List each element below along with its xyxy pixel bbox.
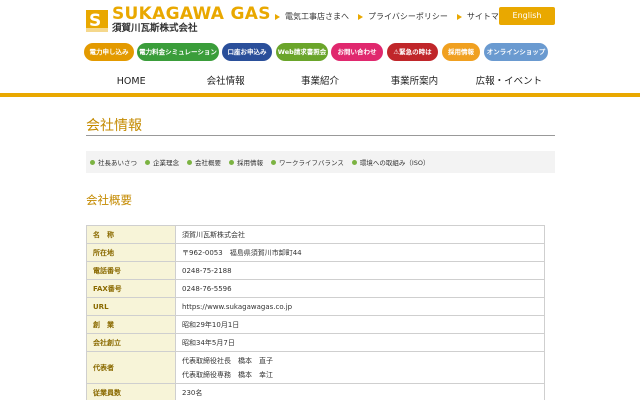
company-overview-table: 名 称 須賀川瓦斯株式会社 所在地 〒962-0053 福島県須賀川市卸町44 …	[86, 225, 545, 400]
nav-home[interactable]: HOME	[84, 70, 178, 94]
green-dot-icon	[351, 159, 357, 165]
row-label: 創 業	[86, 315, 176, 334]
row-value: 昭和29年10月1日	[175, 315, 545, 334]
table-row: 会社創立 昭和34年5月7日	[86, 333, 545, 352]
pill-contact[interactable]: お問い合わせ	[331, 43, 383, 61]
row-label: 所在地	[86, 243, 176, 262]
english-button[interactable]: English	[499, 7, 555, 25]
logo-english-name: SUKAGAWA GAS	[112, 4, 271, 24]
green-dot-icon	[90, 159, 95, 165]
row-label: 電話番号	[86, 261, 176, 280]
nav-business[interactable]: 事業紹介	[273, 70, 367, 94]
pill-recruitment[interactable]: 採用情報	[442, 43, 480, 61]
pill-account-application[interactable]: 口座お申込み	[222, 43, 272, 61]
subnav-company-overview[interactable]: 会社概要	[187, 157, 221, 167]
subnav-philosophy[interactable]: 企業理念	[145, 157, 179, 167]
pill-online-shop[interactable]: オンラインショップ	[484, 43, 548, 61]
row-label: 会社創立	[86, 333, 176, 352]
sub-navigation: 社長あいさつ 企業理念 会社概要 採用情報 ワークライフバランス 環境への取組み…	[86, 151, 555, 173]
global-nav: HOME 会社情報 事業紹介 事業所案内 広報・イベント	[84, 70, 556, 94]
table-row: 所在地 〒962-0053 福島県須賀川市卸町44	[86, 243, 545, 262]
row-label: FAX番号	[86, 279, 176, 298]
green-dot-icon	[271, 159, 276, 165]
row-label: 従業員数	[86, 383, 176, 400]
row-label: URL	[86, 297, 176, 316]
triangle-bullet-icon	[456, 13, 462, 20]
subnav-recruitment[interactable]: 採用情報	[229, 157, 263, 167]
table-row: 従業員数 230名	[86, 383, 545, 400]
pill-emergency[interactable]: ⚠緊急の時は	[387, 43, 438, 61]
row-value: 0248-76-5596	[175, 279, 545, 298]
row-value: 0248-75-2188	[175, 261, 545, 280]
section-title: 会社概要	[86, 193, 132, 207]
green-dot-icon	[187, 159, 192, 165]
title-divider	[86, 135, 555, 136]
row-value: 〒962-0053 福島県須賀川市卸町44	[175, 243, 545, 262]
triangle-bullet-icon	[275, 13, 280, 20]
table-row: 代表者 代表取締役社長 橋本 直子 代表取締役専務 橋本 幸江	[86, 351, 545, 384]
row-value: 須賀川瓦斯株式会社	[175, 225, 545, 244]
subnav-work-life-balance[interactable]: ワークライフバランス	[271, 157, 344, 167]
row-value: 230名	[175, 383, 545, 400]
row-value: 昭和34年5月7日	[175, 333, 545, 352]
link-electrician[interactable]: 電気工事店さまへ	[275, 11, 349, 22]
nav-underline-bar	[0, 93, 640, 97]
pill-electricity-application[interactable]: 電力申し込み	[84, 43, 134, 61]
link-privacy-policy[interactable]: プライバシーポリシー	[358, 11, 448, 22]
logo-japanese-name: 須賀川瓦斯株式会社	[112, 23, 198, 34]
table-row: URL https://www.sukagawagas.co.jp	[86, 297, 545, 316]
green-dot-icon	[229, 159, 234, 165]
page-title: 会社情報	[86, 118, 142, 134]
table-row: 創 業 昭和29年10月1日	[86, 315, 545, 334]
site-logo[interactable]: S SUKAGAWA GAS 須賀川瓦斯株式会社	[86, 6, 271, 35]
nav-company-info[interactable]: 会社情報	[178, 70, 272, 94]
nav-offices[interactable]: 事業所案内	[367, 70, 461, 94]
logo-mark: S	[86, 9, 108, 32]
row-label: 名 称	[86, 225, 176, 244]
triangle-bullet-icon	[358, 13, 363, 20]
row-value: 代表取締役社長 橋本 直子 代表取締役専務 橋本 幸江	[175, 351, 545, 384]
row-value-url[interactable]: https://www.sukagawagas.co.jp	[175, 297, 545, 316]
pill-web-invoice[interactable]: Web請求書照会	[276, 43, 328, 61]
row-label: 代表者	[86, 351, 176, 384]
subnav-environment-iso[interactable]: 環境への取組み（ISO）	[351, 157, 430, 167]
representative-2: 代表取締役専務 橋本 幸江	[182, 370, 273, 379]
table-row: 名 称 須賀川瓦斯株式会社	[86, 225, 545, 244]
table-row: FAX番号 0248-76-5596	[86, 279, 545, 298]
nav-pr-events[interactable]: 広報・イベント	[462, 70, 556, 94]
green-dot-icon	[145, 159, 150, 165]
table-row: 電話番号 0248-75-2188	[86, 261, 545, 280]
pill-rate-simulation[interactable]: 電力料金シミュレーション	[137, 43, 219, 61]
top-links: 電気工事店さまへ プライバシーポリシー サイトマップ	[275, 11, 524, 22]
subnav-president-message[interactable]: 社長あいさつ	[90, 157, 137, 167]
representative-1: 代表取締役社長 橋本 直子	[182, 356, 273, 365]
